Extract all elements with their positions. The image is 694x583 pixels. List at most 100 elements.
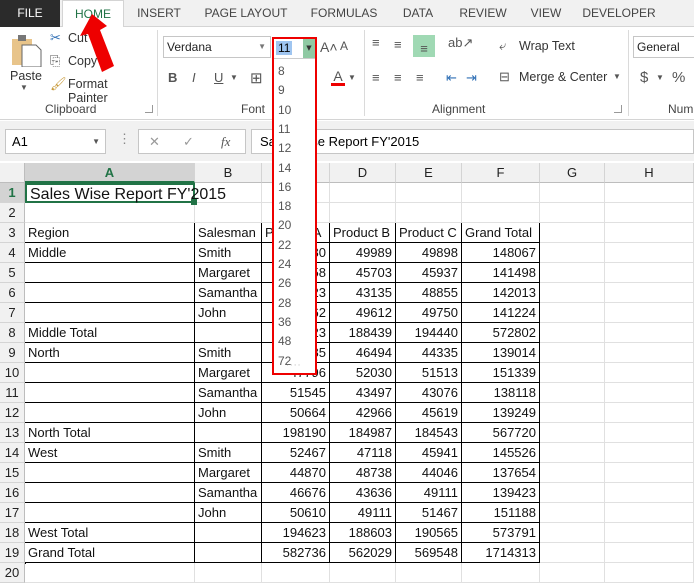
cell[interactable]: [605, 183, 694, 203]
column-header-b[interactable]: B: [195, 163, 262, 183]
chevron-down-icon[interactable]: ▼: [303, 39, 315, 58]
insert-function-button[interactable]: fx: [221, 134, 230, 150]
font-size-option-9[interactable]: 9: [278, 83, 285, 97]
row-header-4[interactable]: 4: [0, 243, 25, 263]
table-cell[interactable]: 184987: [330, 423, 396, 443]
table-cell[interactable]: John: [195, 303, 262, 323]
table-cell[interactable]: 44335: [396, 343, 462, 363]
formula-input[interactable]: Sales Wise Report FY'2015: [251, 129, 694, 154]
cell[interactable]: [540, 223, 605, 243]
align-center-icon[interactable]: ≡: [394, 70, 402, 85]
font-size-option-72[interactable]: 72: [278, 354, 291, 368]
table-cell[interactable]: 49612: [330, 303, 396, 323]
table-cell[interactable]: 572802: [462, 323, 540, 343]
table-cell[interactable]: John: [195, 403, 262, 423]
table-cell[interactable]: Samantha: [195, 383, 262, 403]
table-cell[interactable]: [25, 263, 195, 283]
row-header-15[interactable]: 15: [0, 463, 25, 483]
table-header-cell[interactable]: Product B: [330, 223, 396, 243]
font-size-option-36[interactable]: 36: [278, 315, 291, 329]
table-cell[interactable]: 194440: [396, 323, 462, 343]
cell[interactable]: [540, 243, 605, 263]
tab-file[interactable]: FILE: [0, 0, 60, 27]
table-cell[interactable]: 44046: [396, 463, 462, 483]
orientation-icon[interactable]: ab↗: [448, 35, 473, 51]
font-size-option-48[interactable]: 48: [278, 334, 291, 348]
font-name-combo[interactable]: Verdana ▼: [163, 36, 271, 58]
table-cell[interactable]: 1714313: [462, 543, 540, 563]
table-cell[interactable]: Samantha: [195, 283, 262, 303]
cell[interactable]: [605, 363, 694, 383]
chevron-down-icon[interactable]: ▼: [656, 73, 664, 82]
table-cell[interactable]: Smith: [195, 443, 262, 463]
format-painter-button[interactable]: 🖌 Format Painter: [50, 76, 150, 105]
row-header-11[interactable]: 11: [0, 383, 25, 403]
table-cell[interactable]: 145526: [462, 443, 540, 463]
cell[interactable]: [262, 563, 330, 583]
cell[interactable]: [605, 463, 694, 483]
table-cell[interactable]: 43497: [330, 383, 396, 403]
table-cell[interactable]: 51467: [396, 503, 462, 523]
chevron-down-icon[interactable]: ▼: [92, 130, 100, 153]
table-cell[interactable]: 142013: [462, 283, 540, 303]
font-size-option-8[interactable]: 8: [278, 64, 285, 78]
table-header-cell[interactable]: Grand Total: [462, 223, 540, 243]
table-cell[interactable]: 47118: [330, 443, 396, 463]
bold-button[interactable]: B: [168, 70, 177, 85]
table-cell[interactable]: [25, 283, 195, 303]
cell[interactable]: [605, 483, 694, 503]
table-cell[interactable]: 49111: [330, 503, 396, 523]
cell[interactable]: [540, 323, 605, 343]
paste-button[interactable]: Paste ▼: [6, 31, 44, 95]
row-header-9[interactable]: 9: [0, 343, 25, 363]
title-cell[interactable]: Sales Wise Report FY'2015: [25, 183, 226, 203]
name-box[interactable]: A1 ▼: [5, 129, 106, 154]
tab-view[interactable]: VIEW: [522, 0, 570, 27]
cell[interactable]: [605, 563, 694, 583]
table-cell[interactable]: 50664: [262, 403, 330, 423]
select-all-corner[interactable]: [0, 163, 25, 183]
cell[interactable]: [605, 403, 694, 423]
tab-data[interactable]: DATA: [392, 0, 444, 27]
font-size-option-11[interactable]: 11: [278, 122, 290, 136]
merge-center-button[interactable]: ⊟ Merge & Center ▼: [499, 69, 624, 87]
cell[interactable]: [25, 563, 195, 583]
cell[interactable]: [605, 203, 694, 223]
table-cell[interactable]: 48738: [330, 463, 396, 483]
table-cell[interactable]: 151339: [462, 363, 540, 383]
table-cell[interactable]: 50610: [262, 503, 330, 523]
cell[interactable]: [605, 503, 694, 523]
table-cell[interactable]: 188603: [330, 523, 396, 543]
table-cell[interactable]: 51513: [396, 363, 462, 383]
cell[interactable]: [540, 343, 605, 363]
table-cell[interactable]: 569548: [396, 543, 462, 563]
cell[interactable]: [330, 563, 396, 583]
table-cell[interactable]: 51545: [262, 383, 330, 403]
font-size-option-14[interactable]: 14: [278, 161, 291, 175]
cancel-button[interactable]: ✕: [149, 134, 160, 150]
table-cell[interactable]: 48855: [396, 283, 462, 303]
table-cell[interactable]: 49989: [330, 243, 396, 263]
table-cell[interactable]: 184543: [396, 423, 462, 443]
table-cell[interactable]: 46494: [330, 343, 396, 363]
font-size-value[interactable]: 11: [276, 41, 293, 55]
cell[interactable]: [540, 183, 605, 203]
row-header-16[interactable]: 16: [0, 483, 25, 503]
cell[interactable]: [540, 523, 605, 543]
row-header-17[interactable]: 17: [0, 503, 25, 523]
italic-button[interactable]: I: [192, 70, 196, 85]
cell[interactable]: [605, 543, 694, 563]
table-cell[interactable]: North: [25, 343, 195, 363]
column-header-e[interactable]: E: [396, 163, 462, 183]
font-size-option-20[interactable]: 20: [278, 218, 291, 232]
decrease-indent-icon[interactable]: ⇤: [446, 70, 457, 86]
currency-button[interactable]: $: [640, 69, 648, 86]
table-cell[interactable]: John: [195, 503, 262, 523]
cell[interactable]: [605, 443, 694, 463]
tab-formulas[interactable]: FORMULAS: [302, 0, 386, 27]
column-header-h[interactable]: H: [605, 163, 694, 183]
table-cell[interactable]: 190565: [396, 523, 462, 543]
column-header-f[interactable]: F: [462, 163, 540, 183]
table-cell[interactable]: [195, 523, 262, 543]
table-cell[interactable]: 44870: [262, 463, 330, 483]
